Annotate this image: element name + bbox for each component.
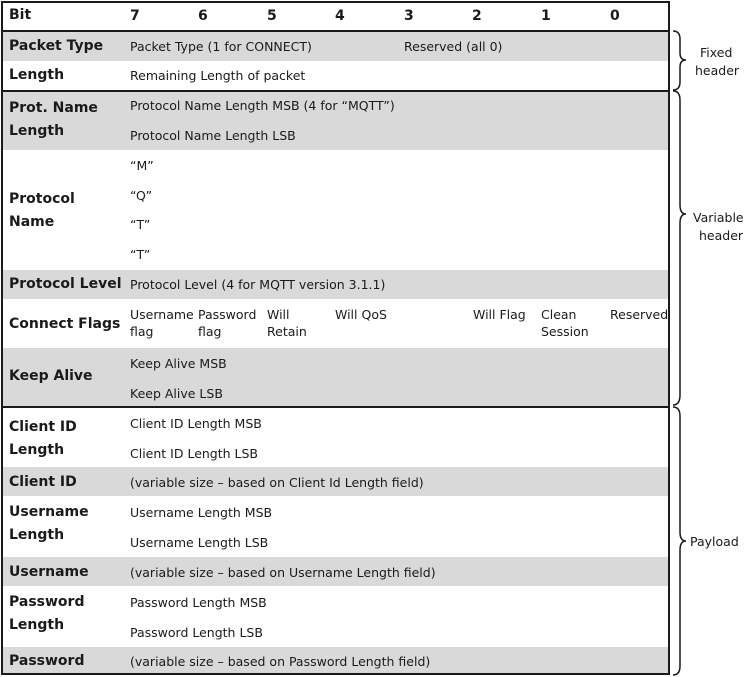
mqtt-connect-packet-diagram: Bit 7 6 5 4 3 2 1 0 Packet Type Packet T…: [0, 0, 750, 677]
payload-brace: [672, 406, 687, 676]
fixed-header-label-l2: header: [695, 63, 740, 78]
variable-header-brace: [672, 90, 687, 406]
payload-label: Payload: [690, 534, 739, 549]
fixed-header-brace: [672, 30, 687, 91]
section-braces: [672, 30, 687, 676]
variable-header-label-l2: header: [699, 228, 744, 243]
fixed-header-label-l1: Fixed: [700, 45, 733, 60]
variable-header-label-l1: Variable: [693, 210, 744, 225]
